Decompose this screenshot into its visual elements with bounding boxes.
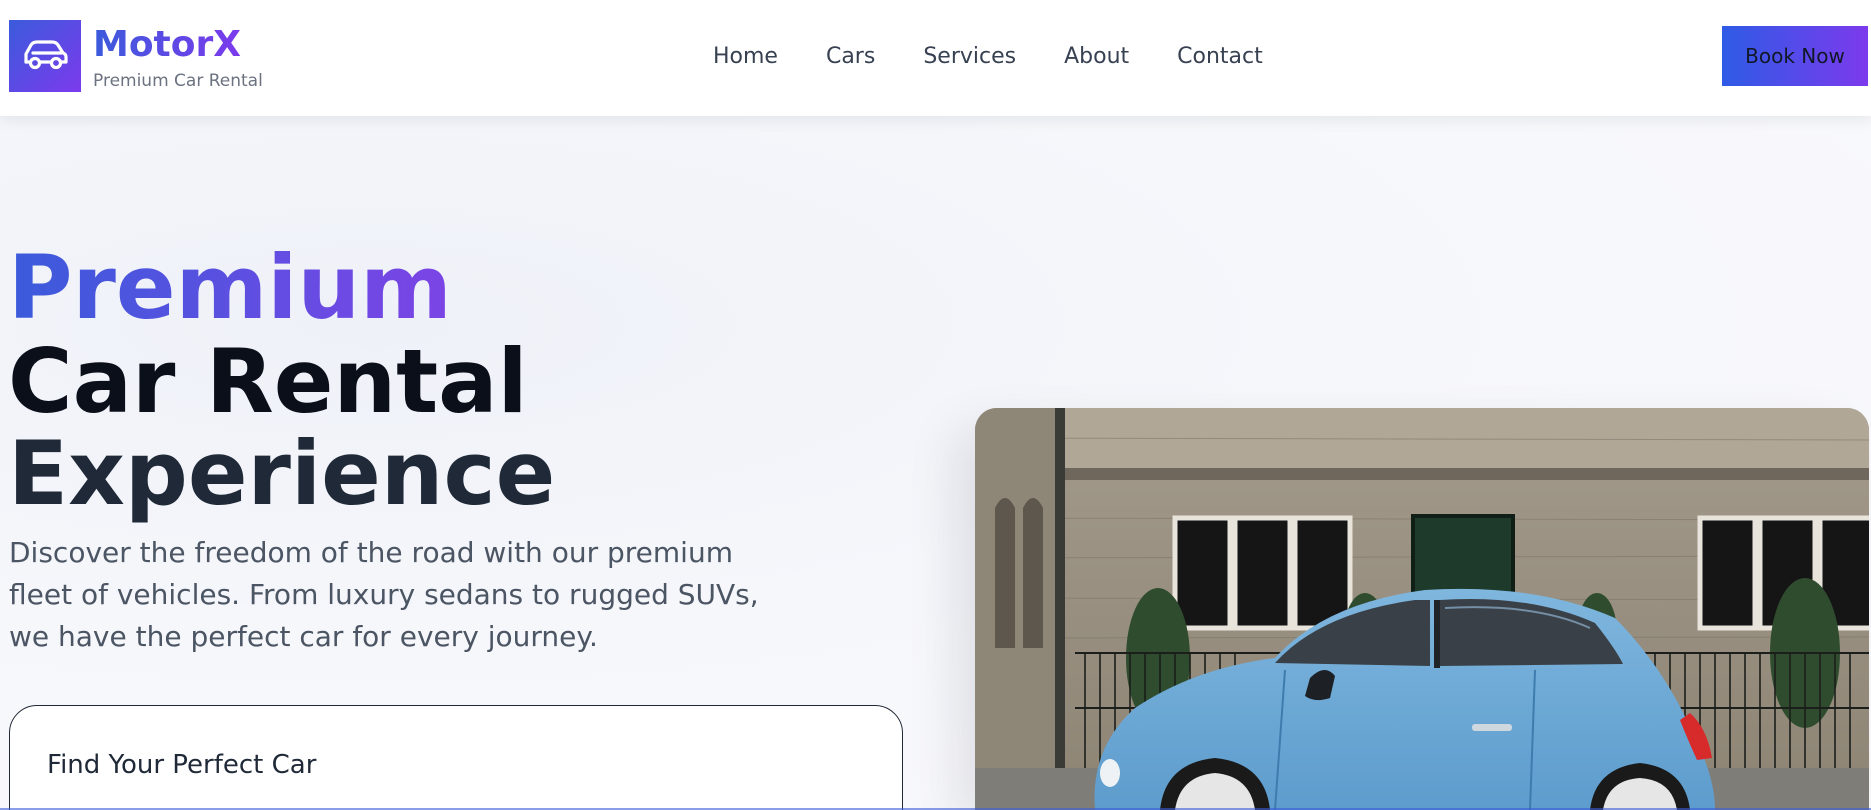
main-nav: Home Cars Services About Contact [713, 42, 1263, 72]
car-icon [21, 36, 69, 76]
search-card-title: Find Your Perfect Car [47, 750, 317, 780]
hero-headline-accent: Premium [8, 240, 555, 336]
site-header: MotorX Premium Car Rental Home Cars Serv… [0, 0, 1871, 116]
brand-name[interactable]: MotorX [93, 22, 241, 68]
nav-link-cars[interactable]: Cars [826, 42, 875, 72]
hero-car-image [975, 408, 1869, 810]
hero-description: Discover the freedom of the road with ou… [9, 536, 759, 653]
hero-headline-line2: Car Rental [8, 330, 528, 433]
nav-link-about[interactable]: About [1064, 42, 1129, 72]
nav-link-home[interactable]: Home [713, 42, 778, 72]
nav-link-contact[interactable]: Contact [1177, 42, 1263, 72]
page: MotorX Premium Car Rental Home Cars Serv… [0, 0, 1871, 810]
nav-link-services[interactable]: Services [923, 42, 1016, 72]
hero-headline-line3: Experience [8, 422, 556, 525]
brand-tagline: Premium Car Rental [93, 71, 263, 91]
hero-headline: Premium Car Rental Experience [8, 240, 555, 520]
logo[interactable] [9, 20, 81, 92]
car-photo-illustration [975, 408, 1869, 810]
search-card: Find Your Perfect Car [9, 705, 903, 810]
book-now-button[interactable]: Book Now [1722, 26, 1868, 86]
